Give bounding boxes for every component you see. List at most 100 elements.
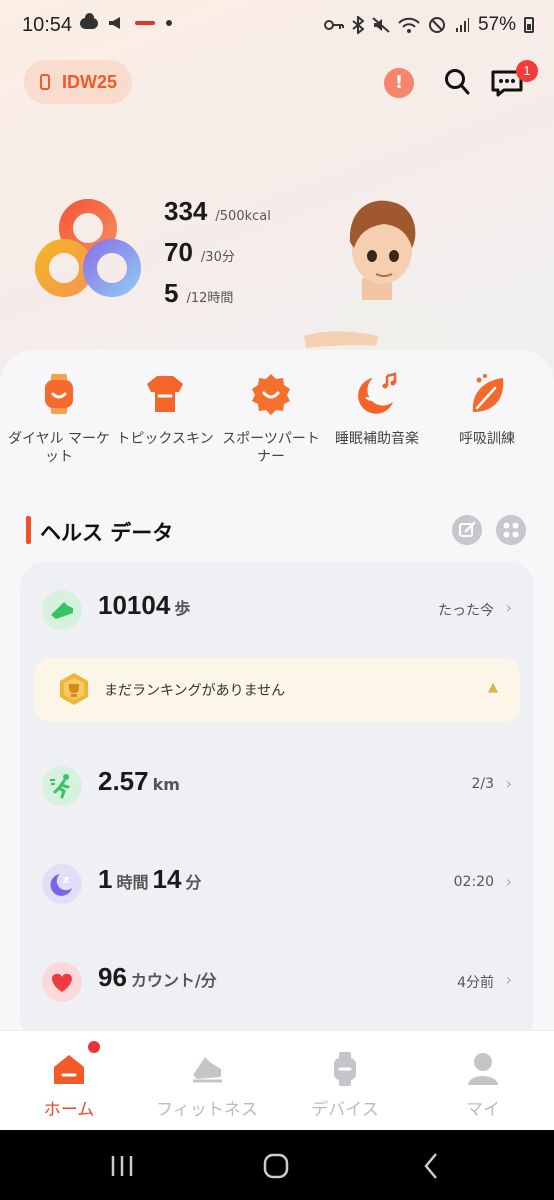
ranking-text: まだランキングがありません	[104, 683, 286, 699]
device-name: IDW25	[62, 71, 118, 92]
app-logo-icon	[135, 21, 155, 25]
shortcut-label: スポーツパートナー	[222, 431, 320, 465]
more-notifications-icon	[166, 20, 172, 26]
distance-unit: km	[152, 775, 180, 794]
running-icon	[42, 766, 82, 806]
calories-value: 334	[164, 196, 208, 226]
health-section-title: ヘルス データ	[40, 521, 174, 545]
activity-rings-icon[interactable]	[34, 196, 142, 306]
grid-icon[interactable]	[496, 515, 526, 545]
shortcut-label: ダイヤル マーケット	[7, 431, 111, 465]
nav-me[interactable]: マイ	[414, 1031, 552, 1131]
home-button-icon[interactable]	[258, 1148, 294, 1184]
nav-fitness[interactable]: フィットネス	[138, 1031, 276, 1131]
shortcut-label: 呼吸訓練	[459, 431, 515, 447]
shortcut-label: 睡眠補助音楽	[335, 431, 419, 447]
bottom-nav: ホーム フィットネス デバイス マイ	[0, 1030, 554, 1130]
moon-music-icon	[358, 372, 397, 414]
sleep-minutes: 14	[152, 864, 182, 894]
sleep-time: 02:20	[453, 874, 494, 890]
nav-home[interactable]: ホーム	[0, 1031, 138, 1131]
cloud-icon	[80, 12, 98, 29]
shortcut-breathing[interactable]: 呼吸訓練	[432, 364, 542, 448]
edit-icon[interactable]	[452, 515, 482, 545]
hours-value: 5	[164, 278, 179, 308]
heart-unit: カウント/分	[130, 971, 217, 990]
nav-devices[interactable]: デバイス	[276, 1031, 414, 1131]
watch-nav-icon	[334, 1052, 356, 1086]
shortcut-dial-market[interactable]: ダイヤル マーケット	[4, 364, 114, 466]
steps-unit: 歩	[174, 599, 191, 618]
heart-icon	[42, 962, 82, 1002]
message-badge: 1	[516, 60, 538, 82]
key-icon	[323, 20, 344, 30]
smile-badge-icon	[252, 374, 290, 415]
sleep-hours-unit: 時間	[116, 873, 149, 892]
moon-sleep-icon	[42, 864, 82, 904]
section-accent-bar	[26, 516, 31, 544]
shirt-icon	[147, 376, 183, 412]
shortcut-label: トピックスキン	[116, 431, 214, 447]
watch-icon	[40, 74, 50, 90]
wifi-icon	[398, 17, 420, 33]
alert-icon[interactable]: !	[384, 68, 414, 98]
notification-icons	[80, 12, 172, 30]
calories-stat: 334 /500kcal	[164, 196, 271, 227]
battery-percent: 57%	[477, 14, 516, 35]
status-right: 57%	[323, 14, 534, 36]
sleep-row[interactable]: 1 時間 14 分 02:20 ›	[20, 854, 534, 914]
chevron-right-icon: ›	[505, 774, 512, 793]
home-icon	[54, 1055, 84, 1084]
minutes-goal: /30分	[200, 250, 235, 265]
notification-dot	[88, 1041, 100, 1053]
distance-row[interactable]: 2.57 km 2/3 ›	[20, 756, 534, 816]
nav-me-label: マイ	[466, 1100, 500, 1120]
megaphone-icon	[109, 17, 120, 29]
hours-goal: /12時間	[186, 291, 234, 306]
status-time: 10:54	[22, 14, 73, 36]
shortcut-topic-skin[interactable]: トピックスキン	[110, 364, 220, 448]
search-icon[interactable]	[444, 68, 470, 96]
bluetooth-icon	[352, 16, 364, 34]
steps-row[interactable]: 10104 歩 たった今 ›	[20, 580, 534, 640]
minutes-value: 70	[164, 237, 193, 267]
nav-devices-label: デバイス	[311, 1100, 379, 1120]
sneaker-icon	[42, 590, 82, 630]
minutes-stat: 70 /30分	[164, 237, 235, 268]
shortcut-sports-partner[interactable]: スポーツパートナー	[216, 364, 326, 466]
device-selector[interactable]: IDW25	[24, 60, 132, 104]
status-bar: 10:54 57%	[0, 0, 554, 52]
do-not-disturb-icon	[428, 17, 445, 33]
hours-stat: 5 /12時間	[164, 278, 233, 309]
mute-icon	[372, 17, 390, 33]
chevron-right-icon: ›	[505, 598, 512, 617]
system-nav-bar	[0, 1130, 554, 1200]
battery-icon	[524, 17, 534, 33]
chevron-right-icon: ›	[505, 970, 512, 989]
distance-page: 2/3	[471, 776, 494, 792]
distance-value-group: 2.57 km	[98, 766, 180, 797]
heart-rate-row[interactable]: 96 カウント/分 4分前 ›	[20, 952, 534, 1012]
back-icon[interactable]	[414, 1148, 450, 1184]
steps-time: たった今	[438, 603, 494, 619]
steps-value: 10104	[98, 590, 171, 620]
leaf-icon	[472, 374, 504, 412]
ranking-banner[interactable]: まだランキングがありません ▲	[34, 658, 520, 722]
sleep-minutes-unit: 分	[185, 873, 202, 892]
heart-time: 4分前	[457, 975, 494, 991]
avatar-character[interactable]	[300, 186, 460, 352]
person-icon	[468, 1053, 498, 1085]
watch-dial-icon	[45, 374, 73, 414]
distance-value: 2.57	[98, 766, 149, 796]
shortcut-sleep-music[interactable]: 睡眠補助音楽	[322, 364, 432, 448]
sleep-hours: 1	[98, 864, 113, 894]
heart-value: 96	[98, 962, 127, 992]
trophy-medal-icon	[60, 673, 88, 705]
chevron-up-icon[interactable]: ▲	[488, 680, 498, 695]
shortcuts-bar: ダイヤル マーケット トピックスキン スポーツパートナー 睡眠補助音楽 呼吸訓練	[0, 364, 554, 474]
recents-icon[interactable]	[104, 1148, 140, 1184]
nav-fitness-label: フィットネス	[156, 1100, 258, 1120]
signal-icon	[455, 18, 469, 32]
nav-home-label: ホーム	[43, 1100, 95, 1120]
chevron-right-icon: ›	[505, 872, 512, 891]
